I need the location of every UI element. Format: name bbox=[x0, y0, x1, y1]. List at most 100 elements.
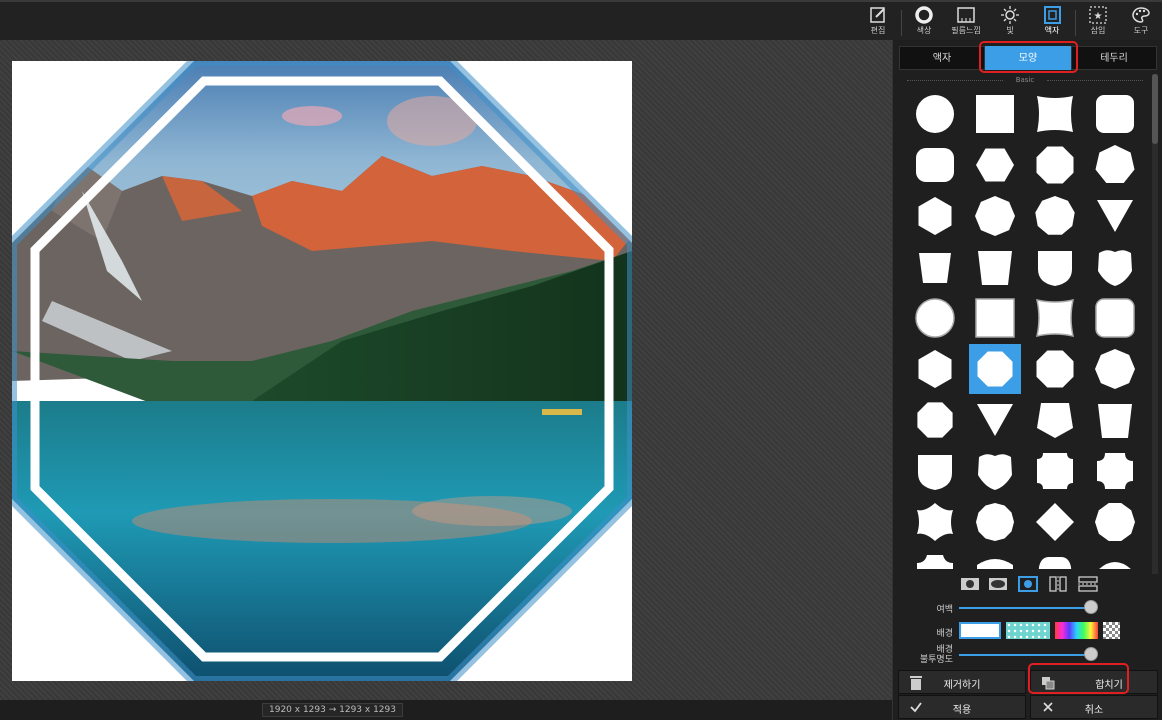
sun-icon bbox=[1001, 6, 1019, 24]
shape-option[interactable] bbox=[1089, 395, 1141, 445]
flip-horizontal-icon[interactable] bbox=[1047, 575, 1069, 593]
shape-option[interactable] bbox=[969, 395, 1021, 445]
tool-tools[interactable]: 도구 bbox=[1121, 6, 1161, 40]
shape-option[interactable] bbox=[969, 548, 1021, 569]
shape-option[interactable] bbox=[969, 191, 1021, 241]
apply-button[interactable]: 적용 bbox=[898, 695, 1026, 719]
shape-option[interactable] bbox=[909, 293, 961, 343]
tool-insert[interactable]: ★ 삽입 bbox=[1078, 6, 1118, 40]
margin-slider-knob[interactable] bbox=[1084, 600, 1098, 614]
edit-icon bbox=[870, 7, 885, 23]
shape-option[interactable] bbox=[969, 293, 1021, 343]
shape-option[interactable] bbox=[909, 242, 961, 292]
shape-thumbnail-icon bbox=[975, 298, 1015, 338]
photo-canvas[interactable] bbox=[12, 61, 632, 681]
shape-thumbnail-icon bbox=[976, 148, 1014, 182]
shape-option[interactable] bbox=[1029, 89, 1081, 139]
scroll-thumb[interactable] bbox=[1152, 74, 1158, 144]
shape-scrollbar[interactable] bbox=[1152, 74, 1158, 574]
shape-option[interactable] bbox=[1029, 395, 1081, 445]
shape-option[interactable] bbox=[969, 242, 1021, 292]
background-label: 배경 bbox=[936, 629, 953, 639]
tool-frame[interactable]: 액자 bbox=[1032, 6, 1072, 40]
shape-thumbnail-icon bbox=[1036, 299, 1074, 337]
shape-grid bbox=[901, 89, 1151, 569]
shape-option[interactable] bbox=[1029, 242, 1081, 292]
shape-option[interactable] bbox=[1089, 191, 1141, 241]
shape-option[interactable] bbox=[1089, 293, 1141, 343]
svg-text:★: ★ bbox=[1094, 11, 1103, 22]
merge-button[interactable]: 합치기 bbox=[1030, 670, 1158, 694]
background-white-swatch[interactable] bbox=[959, 622, 1001, 639]
shape-option[interactable] bbox=[909, 344, 961, 394]
shape-option[interactable] bbox=[969, 446, 1021, 496]
shape-option[interactable] bbox=[1029, 191, 1081, 241]
shape-option[interactable] bbox=[1089, 344, 1141, 394]
shape-thumbnail-icon bbox=[1098, 250, 1132, 286]
margin-slider-track[interactable] bbox=[959, 607, 1091, 609]
shape-thumbnail-icon bbox=[1038, 557, 1072, 569]
color-circle-icon bbox=[915, 6, 933, 24]
apply-button-label: 적용 bbox=[952, 705, 972, 716]
shape-option[interactable] bbox=[1029, 497, 1081, 547]
shape-option[interactable] bbox=[909, 140, 961, 190]
background-gradient-swatch[interactable] bbox=[1055, 622, 1098, 639]
opacity-label-line2: 불투명도 bbox=[919, 655, 953, 665]
flip-vertical-icon[interactable] bbox=[1077, 575, 1099, 593]
opacity-slider-knob[interactable] bbox=[1084, 647, 1098, 661]
shape-thumbnail-icon bbox=[1096, 95, 1134, 133]
shape-thumbnail-icon bbox=[1037, 96, 1073, 132]
shape-option[interactable] bbox=[909, 497, 961, 547]
background-pattern-swatch[interactable] bbox=[1006, 622, 1050, 639]
background-transparent-swatch[interactable] bbox=[1103, 622, 1120, 639]
shape-option[interactable] bbox=[1089, 140, 1141, 190]
shape-thumbnail-icon bbox=[1095, 349, 1135, 389]
tab-border[interactable]: 테두리 bbox=[1071, 46, 1157, 70]
shape-thumbnail-icon bbox=[975, 196, 1015, 236]
shape-option[interactable] bbox=[1029, 344, 1081, 394]
shape-option[interactable] bbox=[1089, 548, 1141, 569]
tool-color-label: 색상 bbox=[916, 26, 932, 35]
shape-thumbnail-icon bbox=[1097, 200, 1133, 232]
tool-edit-label: 편집 bbox=[870, 26, 886, 35]
shape-option[interactable] bbox=[909, 548, 961, 569]
shape-option[interactable] bbox=[909, 191, 961, 241]
shape-thumbnail-icon bbox=[1036, 146, 1074, 184]
shape-thumbnail-icon bbox=[976, 503, 1014, 541]
tool-color[interactable]: 색상 bbox=[904, 6, 944, 40]
fill-mode-icon[interactable] bbox=[959, 575, 981, 593]
fit-mode-icon[interactable] bbox=[1017, 575, 1039, 593]
shape-option[interactable] bbox=[1029, 140, 1081, 190]
tool-light[interactable]: 빛 bbox=[990, 6, 1030, 40]
remove-button[interactable]: 제거하기 bbox=[898, 670, 1026, 694]
shape-option[interactable] bbox=[969, 497, 1021, 547]
shape-thumbnail-icon bbox=[1095, 503, 1135, 541]
shape-option[interactable] bbox=[969, 89, 1021, 139]
shape-option[interactable] bbox=[909, 89, 961, 139]
shape-option[interactable] bbox=[909, 446, 961, 496]
shape-thumbnail-icon bbox=[976, 95, 1014, 133]
shape-option[interactable] bbox=[1089, 446, 1141, 496]
framed-photo bbox=[12, 61, 632, 681]
ellipse-mode-icon[interactable] bbox=[987, 575, 1009, 593]
tool-film[interactable]: 필름느낌 bbox=[946, 6, 986, 40]
shape-option[interactable] bbox=[1089, 242, 1141, 292]
shape-option[interactable] bbox=[1089, 89, 1141, 139]
tab-shape[interactable]: 모양 bbox=[985, 46, 1071, 70]
shape-option[interactable] bbox=[1029, 548, 1081, 569]
cancel-button[interactable]: 취소 bbox=[1030, 695, 1158, 719]
tab-frame[interactable]: 액자 bbox=[899, 46, 985, 70]
shape-option[interactable] bbox=[1089, 497, 1141, 547]
shape-thumbnail-icon bbox=[916, 148, 954, 182]
opacity-slider-track[interactable] bbox=[959, 654, 1091, 656]
shape-thumbnail-icon bbox=[917, 503, 953, 541]
shape-option[interactable] bbox=[909, 395, 961, 445]
shape-option[interactable] bbox=[1029, 293, 1081, 343]
shape-thumbnail-icon bbox=[917, 555, 953, 569]
shape-option[interactable] bbox=[1029, 446, 1081, 496]
shape-option[interactable] bbox=[969, 344, 1021, 394]
tool-edit[interactable]: 편집 bbox=[858, 6, 898, 40]
shape-option[interactable] bbox=[969, 140, 1021, 190]
shape-thumbnail-icon bbox=[1037, 403, 1073, 438]
remove-button-label: 제거하기 bbox=[943, 680, 981, 691]
